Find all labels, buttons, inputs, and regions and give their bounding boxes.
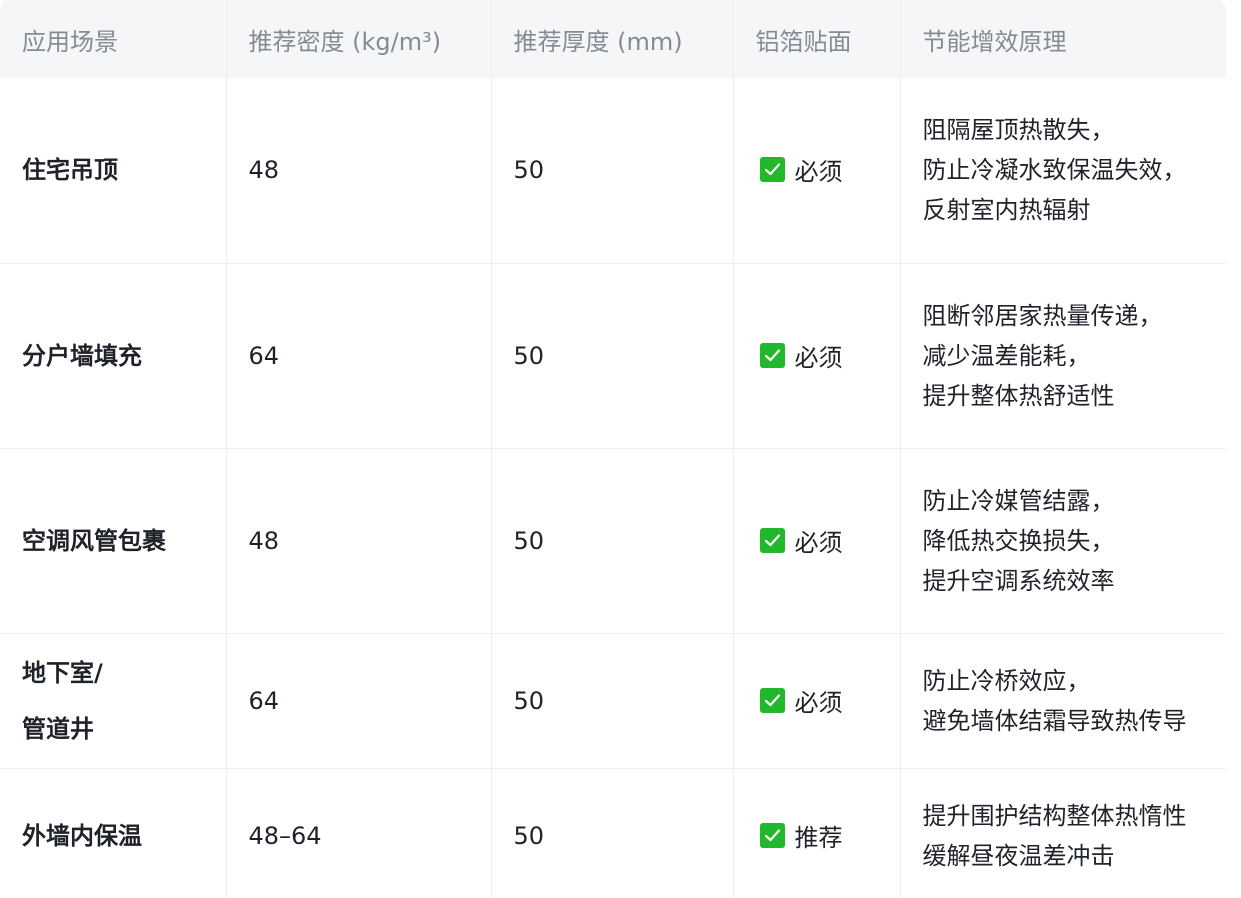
principle-line: 反射室内热辐射 xyxy=(922,196,1091,225)
header-row: 应用场景 推荐密度 (kg/m³) 推荐厚度 (mm) 铝箔贴面 节能增效原理 xyxy=(0,0,1226,78)
header-density: 推荐密度 (kg/m³) xyxy=(225,0,491,78)
principle-line: 阻断邻居家热量传递， xyxy=(922,301,1163,330)
header-principle: 节能增效原理 xyxy=(899,0,1226,78)
header-foil: 铝箔贴面 xyxy=(732,0,900,78)
cell-thickness: 50 xyxy=(490,633,733,769)
cell-scene: 分户墙填充 xyxy=(0,263,226,449)
principle-line: 提升空调系统效率 xyxy=(922,566,1115,595)
principle-line: 避免墙体结霜导致热传导 xyxy=(922,706,1187,735)
table-row: 住宅吊顶 48 50 必须 阻隔屋顶热散失， 防止冷凝水致保温失效， 反射室内热… xyxy=(0,78,1226,264)
check-box-icon xyxy=(759,342,785,368)
cell-principle: 防止冷桥效应， 避免墙体结霜导致热传导 xyxy=(899,633,1226,769)
cell-foil: 必须 xyxy=(732,78,900,264)
foil-label: 必须 xyxy=(794,688,843,717)
scene-text: 住宅吊顶 xyxy=(22,156,118,185)
cell-principle: 阻隔屋顶热散失， 防止冷凝水致保温失效， 反射室内热辐射 xyxy=(899,78,1226,264)
principle-line: 防止冷凝水致保温失效， xyxy=(922,156,1187,185)
table-row: 外墙内保温 48–64 50 推荐 提升围护结构整体热惰性 缓解昼夜温差冲击 xyxy=(0,768,1226,898)
scene-text: 分户墙填充 xyxy=(22,341,142,370)
scene-text: 外墙内保温 xyxy=(22,821,142,850)
cell-density: 64 xyxy=(225,263,491,449)
foil-value: 推荐 xyxy=(756,818,843,853)
cell-principle: 提升围护结构整体热惰性 缓解昼夜温差冲击 xyxy=(899,768,1226,898)
cell-scene: 空调风管包裹 xyxy=(0,448,226,634)
check-box-icon xyxy=(759,527,785,553)
cell-scene: 地下室/ 管道井 xyxy=(0,633,226,769)
foil-label: 必须 xyxy=(794,343,843,372)
cell-foil: 必须 xyxy=(732,448,900,634)
principle-line: 防止冷媒管结露， xyxy=(922,486,1115,515)
cell-principle: 阻断邻居家热量传递， 减少温差能耗， 提升整体热舒适性 xyxy=(899,263,1226,449)
header-thickness: 推荐厚度 (mm) xyxy=(490,0,733,78)
foil-label: 推荐 xyxy=(794,823,843,852)
cell-foil: 必须 xyxy=(732,263,900,449)
check-box-icon xyxy=(759,822,785,848)
table-body: 住宅吊顶 48 50 必须 阻隔屋顶热散失， 防止冷凝水致保温失效， 反射室内热… xyxy=(0,78,1226,898)
cell-density: 48 xyxy=(225,448,491,634)
principle-line: 防止冷桥效应， xyxy=(922,666,1091,695)
table-row: 空调风管包裹 48 50 必须 防止冷媒管结露， 降低热交换损失， 提升空调系统… xyxy=(0,448,1226,634)
insulation-table-container: 应用场景 推荐密度 (kg/m³) 推荐厚度 (mm) 铝箔贴面 节能增效原理 … xyxy=(0,0,1241,898)
cell-principle: 防止冷媒管结露， 降低热交换损失， 提升空调系统效率 xyxy=(899,448,1226,634)
scene-text: 管道井 xyxy=(22,714,94,743)
insulation-spec-table: 应用场景 推荐密度 (kg/m³) 推荐厚度 (mm) 铝箔贴面 节能增效原理 … xyxy=(0,0,1226,898)
cell-thickness: 50 xyxy=(490,448,733,634)
principle-line: 阻隔屋顶热散失， xyxy=(922,116,1115,145)
foil-value: 必须 xyxy=(756,338,843,373)
foil-label: 必须 xyxy=(794,528,843,557)
cell-foil: 推荐 xyxy=(732,768,900,898)
foil-label: 必须 xyxy=(794,158,843,187)
scene-text: 空调风管包裹 xyxy=(22,526,166,555)
foil-value: 必须 xyxy=(756,152,843,187)
scene-text: 地下室/ xyxy=(22,658,103,687)
check-box-icon xyxy=(759,687,785,713)
check-box-icon xyxy=(759,157,785,183)
principle-line: 减少温差能耗， xyxy=(922,341,1091,370)
cell-foil: 必须 xyxy=(732,633,900,769)
principle-line: 缓解昼夜温差冲击 xyxy=(922,841,1115,870)
principle-line: 降低热交换损失， xyxy=(922,526,1115,555)
cell-thickness: 50 xyxy=(490,263,733,449)
table-header: 应用场景 推荐密度 (kg/m³) 推荐厚度 (mm) 铝箔贴面 节能增效原理 xyxy=(0,0,1226,78)
cell-density: 48 xyxy=(225,78,491,264)
cell-thickness: 50 xyxy=(490,78,733,264)
foil-value: 必须 xyxy=(756,683,843,718)
principle-line: 提升整体热舒适性 xyxy=(922,381,1115,410)
table-row: 地下室/ 管道井 64 50 必须 防止冷桥效应， 避免墙体结霜导致热传导 xyxy=(0,633,1226,769)
foil-value: 必须 xyxy=(756,523,843,558)
cell-scene: 外墙内保温 xyxy=(0,768,226,898)
header-scene: 应用场景 xyxy=(22,27,118,56)
cell-thickness: 50 xyxy=(490,768,733,898)
cell-density: 64 xyxy=(225,633,491,769)
principle-line: 提升围护结构整体热惰性 xyxy=(922,801,1187,830)
cell-scene: 住宅吊顶 xyxy=(0,78,226,264)
cell-density: 48–64 xyxy=(225,768,491,898)
table-row: 分户墙填充 64 50 必须 阻断邻居家热量传递， 减少温差能耗， 提升整体热舒… xyxy=(0,263,1226,449)
